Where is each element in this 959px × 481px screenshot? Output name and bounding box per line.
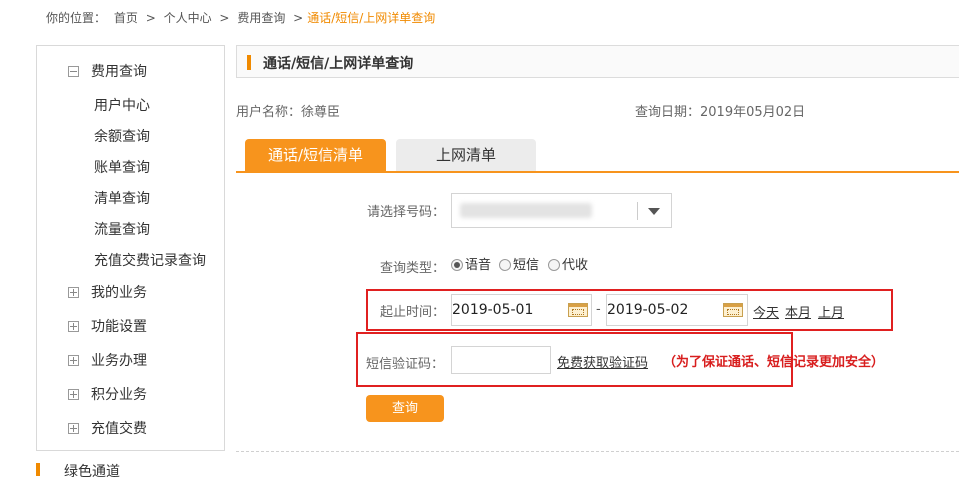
user-name: 徐尊臣 [301, 105, 341, 120]
number-select[interactable] [451, 193, 672, 228]
radio-label: 代收 [562, 258, 589, 273]
sidebar-group-settings[interactable]: 功能设置 [68, 316, 147, 336]
title-marker [247, 55, 251, 70]
start-date-input[interactable]: 2019-05-01 [451, 294, 592, 326]
expand-icon[interactable] [68, 354, 79, 366]
sidebar-item-detail[interactable]: 清单查询 [94, 188, 150, 208]
sidebar-group-label: 积分业务 [91, 387, 147, 403]
breadcrumb-current: 通话/短信/上网详单查询 [307, 11, 436, 25]
select-divider [637, 202, 638, 220]
expand-icon[interactable] [68, 388, 79, 400]
get-sms-code-link[interactable]: 免费获取验证码 [557, 352, 648, 371]
sidebar-item-bill[interactable]: 账单查询 [94, 157, 150, 177]
tab-underline [236, 171, 959, 173]
sidebar-group-label: 我的业务 [91, 285, 147, 301]
sidebar-item-recharge-records[interactable]: 充值交费记录查询 [94, 250, 206, 270]
radio-label: 语音 [465, 258, 492, 273]
sms-code-input[interactable] [451, 346, 551, 374]
query-date-info: 查询日期：2019年05月02日 [635, 101, 805, 120]
breadcrumb-fees[interactable]: 费用查询 [237, 11, 285, 25]
sidebar-group-points[interactable]: 积分业务 [68, 384, 147, 404]
sidebar-group-services[interactable]: 业务办理 [68, 350, 147, 370]
breadcrumb-sep: > [145, 11, 156, 25]
calendar-icon[interactable] [568, 303, 588, 317]
user-info: 用户名称：徐尊臣 [236, 101, 340, 120]
time-label: 起止时间： [380, 305, 446, 320]
type-radio-collection[interactable]: 代收 [548, 254, 588, 273]
sidebar-group-label: 功能设置 [91, 319, 147, 335]
green-channel-link[interactable]: 绿色通道 [64, 461, 120, 481]
radio-icon[interactable] [451, 258, 463, 271]
date-value: 2019年05月02日 [700, 105, 806, 120]
date-label: 查询日期： [635, 105, 701, 120]
quick-link-this-month[interactable]: 本月 [785, 302, 811, 321]
breadcrumb: 你的位置： 首页 > 个人中心 > 费用查询 > 通话/短信/上网详单查询 [46, 9, 439, 26]
expand-icon[interactable] [68, 286, 79, 298]
collapse-icon[interactable] [68, 65, 79, 77]
page-title: 通话/短信/上网详单查询 [263, 56, 414, 72]
number-value-redacted [460, 203, 592, 218]
expand-icon[interactable] [68, 320, 79, 332]
type-radio-sms[interactable]: 短信 [499, 254, 539, 273]
radio-icon[interactable] [548, 258, 560, 271]
end-date-input[interactable]: 2019-05-02 [606, 294, 748, 326]
section-marker [36, 463, 40, 476]
sidebar-item-balance[interactable]: 余额查询 [94, 126, 150, 146]
sms-code-label: 短信验证码： [366, 357, 445, 372]
breadcrumb-personal[interactable]: 个人中心 [164, 11, 212, 25]
query-button[interactable]: 查询 [366, 395, 444, 422]
breadcrumb-home[interactable]: 首页 [114, 11, 138, 25]
divider [236, 451, 959, 452]
sidebar-group-label: 业务办理 [91, 353, 147, 369]
start-date-value: 2019-05-01 [452, 302, 534, 318]
expand-icon[interactable] [68, 422, 79, 434]
number-label: 请选择号码： [367, 205, 446, 220]
sidebar-item-traffic[interactable]: 流量查询 [94, 219, 150, 239]
sidebar-group-my-business[interactable]: 我的业务 [68, 282, 147, 302]
quick-link-last-month[interactable]: 上月 [818, 302, 844, 321]
type-radio-voice[interactable]: 语音 [451, 254, 491, 273]
quick-link-today[interactable]: 今天 [753, 302, 779, 321]
security-note: （为了保证通话、短信记录更加安全） [663, 355, 885, 370]
sidebar-group-fees[interactable]: 费用查询 [68, 61, 147, 81]
tab-internet[interactable]: 上网清单 [396, 139, 536, 171]
sidebar-group-label: 费用查询 [91, 64, 147, 80]
type-label: 查询类型： [380, 261, 446, 276]
user-label: 用户名称： [236, 105, 302, 120]
radio-icon[interactable] [499, 258, 511, 271]
calendar-icon[interactable] [723, 303, 743, 317]
radio-label: 短信 [513, 258, 540, 273]
sidebar-group-label: 充值交费 [91, 421, 147, 437]
breadcrumb-sep: > [293, 11, 304, 25]
panel-header: 通话/短信/上网详单查询 [236, 45, 959, 78]
chevron-down-icon[interactable] [648, 208, 660, 215]
end-date-value: 2019-05-02 [607, 302, 689, 318]
tab-call-sms[interactable]: 通话/短信清单 [245, 139, 386, 171]
sidebar-group-recharge[interactable]: 充值交费 [68, 418, 147, 438]
date-separator: - [596, 302, 601, 317]
breadcrumb-prefix: 你的位置： [46, 11, 107, 25]
breadcrumb-sep: > [219, 11, 230, 25]
sidebar-item-user-center[interactable]: 用户中心 [94, 95, 150, 115]
